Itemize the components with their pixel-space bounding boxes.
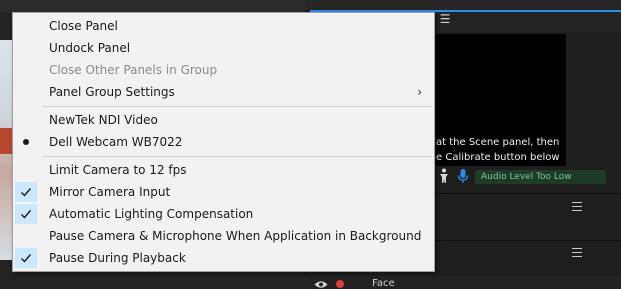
eye-icon[interactable] xyxy=(314,280,328,289)
menu-item-label: Automatic Lighting Compensation xyxy=(49,207,254,221)
menu-item-label: Close Panel xyxy=(49,19,118,33)
menu-item-panel-group-settings[interactable]: Panel Group Settings › xyxy=(15,81,432,103)
menu-item-label: Limit Camera to 12 fps xyxy=(49,163,187,177)
menu-separator xyxy=(43,156,432,157)
panel-context-menu: Close Panel Undock Panel Close Other Pan… xyxy=(12,12,435,272)
layer-name: Face xyxy=(372,278,395,289)
menu-item-close-other-panels: Close Other Panels in Group xyxy=(15,59,432,81)
menu-item-limit-camera-fps[interactable]: Limit Camera to 12 fps xyxy=(15,159,432,181)
checkmark-icon xyxy=(15,182,37,202)
menu-item-label: Pause During Playback xyxy=(49,251,186,265)
submenu-arrow-icon: › xyxy=(417,85,422,99)
instructions-line-1: at the Scene panel, then xyxy=(436,137,560,148)
menu-item-label: Close Other Panels in Group xyxy=(49,63,218,77)
menu-item-close-panel[interactable]: Close Panel xyxy=(15,15,432,37)
menu-item-newtek-ndi-video[interactable]: NewTek NDI Video xyxy=(15,109,432,131)
menu-item-pause-during-playback[interactable]: Pause During Playback xyxy=(15,247,432,269)
calibrate-instructions: at the Scene panel, then e Calibrate but… xyxy=(436,135,576,165)
checkmark-icon xyxy=(15,204,37,224)
instructions-line-2: e Calibrate button below xyxy=(436,152,560,163)
checkmark-icon xyxy=(15,248,37,268)
audio-level-badge: Audio Level Too Low xyxy=(475,170,606,184)
panel-menu-icon[interactable]: ☰ xyxy=(438,12,452,26)
hamburger-icon[interactable] xyxy=(572,248,582,257)
menu-item-label: Pause Camera & Microphone When Applicati… xyxy=(49,229,422,243)
layer-row[interactable] xyxy=(305,276,621,289)
menu-item-undock-panel[interactable]: Undock Panel xyxy=(15,37,432,59)
panel-top-bar xyxy=(305,0,621,10)
menu-item-automatic-lighting[interactable]: Automatic Lighting Compensation xyxy=(15,203,432,225)
menu-item-label: Panel Group Settings xyxy=(49,85,175,99)
menu-item-label: Mirror Camera Input xyxy=(49,185,171,199)
menu-separator xyxy=(43,106,432,107)
microphone-icon[interactable] xyxy=(457,168,469,184)
menu-item-label: Dell Webcam WB7022 xyxy=(49,135,183,149)
menu-item-label: Undock Panel xyxy=(49,41,131,55)
person-icon[interactable] xyxy=(438,168,450,184)
menu-item-mirror-camera-input[interactable]: Mirror Camera Input xyxy=(15,181,432,203)
record-indicator[interactable] xyxy=(336,280,344,288)
menu-item-label: NewTek NDI Video xyxy=(49,113,158,127)
menu-item-dell-webcam[interactable]: Dell Webcam WB7022 xyxy=(15,131,432,153)
hamburger-icon[interactable] xyxy=(572,202,582,211)
menu-item-pause-in-background[interactable]: Pause Camera & Microphone When Applicati… xyxy=(15,225,432,247)
left-panel-header xyxy=(0,0,305,12)
radio-selected-icon xyxy=(15,132,37,152)
